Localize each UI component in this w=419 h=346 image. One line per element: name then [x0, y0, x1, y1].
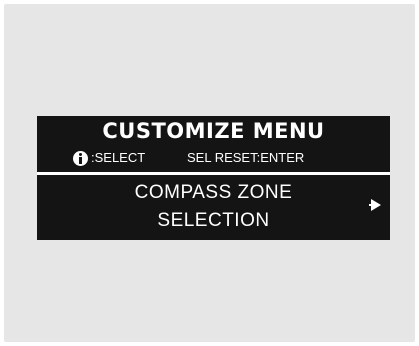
right-arrow-icon	[369, 199, 381, 211]
control-hint-row: :SELECT SEL RESET:ENTER	[37, 148, 390, 168]
menu-title: CUSTOMIZE MENU	[102, 119, 325, 143]
customize-menu-display: CUSTOMIZE MENU :SELECT SEL RESET:ENTER C…	[37, 116, 390, 240]
reset-enter-hint: SEL RESET:ENTER	[187, 150, 305, 165]
select-hint: :SELECT	[91, 150, 146, 165]
menu-header: CUSTOMIZE MENU :SELECT SEL RESET:ENTER	[37, 116, 390, 172]
menu-item-compass-zone-selection[interactable]: COMPASS ZONE SELECTION	[37, 175, 390, 240]
info-icon	[73, 151, 88, 166]
device-frame: CUSTOMIZE MENU :SELECT SEL RESET:ENTER C…	[4, 4, 415, 342]
menu-item-label-line1: COMPASS ZONE	[134, 182, 293, 203]
menu-item-label-line2: SELECTION	[157, 210, 270, 231]
